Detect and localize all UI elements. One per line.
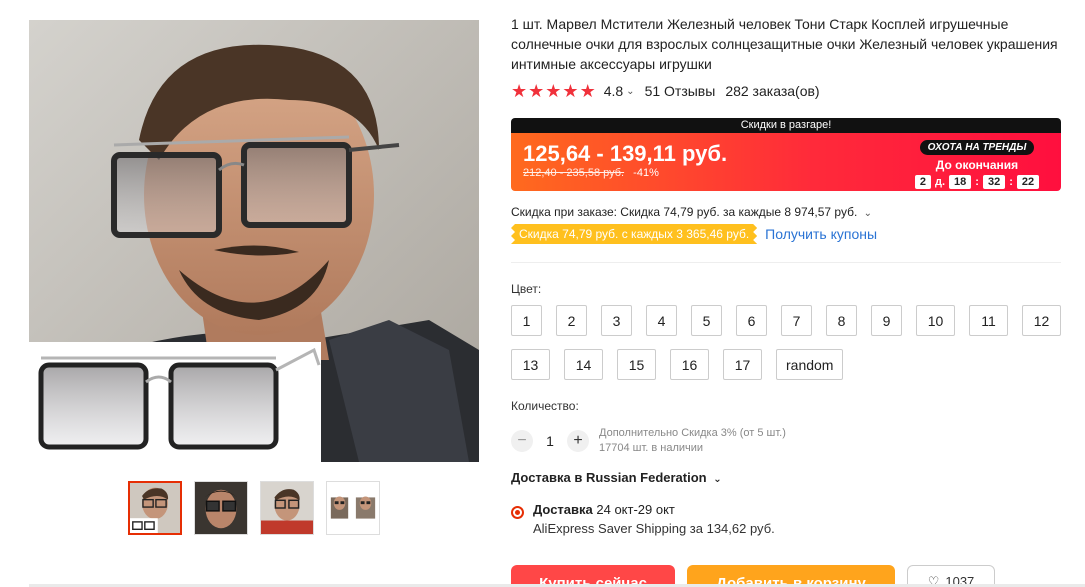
color-option[interactable]: 8: [826, 305, 857, 336]
color-option[interactable]: 5: [691, 305, 722, 336]
countdown-seconds: 22: [1016, 175, 1040, 189]
quantity-input[interactable]: 1: [533, 433, 567, 449]
thumbnail-2[interactable]: [194, 481, 248, 535]
color-option[interactable]: 4: [646, 305, 677, 336]
bulk-discount-text: Дополнительно Скидка 3% (от 5 шт.): [599, 427, 786, 439]
quantity-stepper: − 1 + Дополнительно Скидка 3% (от 5 шт.)…: [511, 426, 786, 456]
quantity-minus-button[interactable]: −: [511, 430, 533, 452]
color-options: 1 2 3 4 5 6 7 8 9 10 11 12 13 14 15 16 1…: [511, 305, 1071, 380]
coupon-tag[interactable]: Скидка 74,79 руб. с каждых 3 365,46 руб.: [511, 224, 757, 244]
order-discount-text: Скидка при заказе: Скидка 74,79 руб. за …: [511, 205, 858, 219]
star-rating: ★ ★ ★ ★ ★: [511, 82, 596, 100]
color-option[interactable]: 15: [617, 349, 656, 380]
delivery-line: Доставка 24 окт-29 окт: [533, 502, 775, 517]
star-icon: ★: [545, 81, 562, 101]
star-icon: ★: [511, 81, 528, 101]
price-body: 125,64 - 139,11 руб. 212,40 - 235,58 руб…: [511, 133, 1061, 191]
color-option[interactable]: 9: [871, 305, 902, 336]
old-price-row: 212,40 - 235,58 руб. -41%: [523, 167, 659, 179]
rating-value[interactable]: 4.8: [604, 83, 623, 99]
ship-to-selector[interactable]: Доставка в Russian Federation ⌄: [511, 470, 722, 485]
color-option[interactable]: 16: [670, 349, 709, 380]
color-label: Цвет:: [511, 282, 542, 296]
order-discount[interactable]: Скидка при заказе: Скидка 74,79 руб. за …: [511, 205, 872, 219]
chevron-down-icon: ⌄: [713, 474, 722, 485]
countdown-hours: 18: [949, 175, 972, 189]
countdown-days: 2: [914, 175, 931, 189]
delivery-option[interactable]: Доставка 24 окт-29 окт AliExpress Saver …: [511, 502, 775, 536]
coupon-row: Скидка 74,79 руб. с каждых 3 365,46 руб.…: [511, 224, 877, 244]
promo-badge: ОХОТА НА ТРЕНДЫ: [919, 140, 1035, 155]
color-option[interactable]: 17: [723, 349, 762, 380]
reviews-link[interactable]: 51 Отзывы: [645, 83, 716, 99]
ship-to-text: Доставка в Russian Federation: [511, 470, 707, 485]
radio-selected-icon[interactable]: [511, 506, 524, 519]
color-option[interactable]: 7: [781, 305, 812, 336]
star-icon: ★: [562, 81, 579, 101]
thumbnail-1[interactable]: [128, 481, 182, 535]
delivery-dates: 24 окт-29 окт: [596, 502, 675, 517]
quantity-label: Количество:: [511, 399, 579, 413]
current-price: 125,64 - 139,11 руб.: [523, 141, 728, 166]
product-title: 1 шт. Марвел Мстители Железный человек Т…: [511, 16, 1058, 72]
divider: [511, 262, 1061, 263]
countdown-timer: 2 д. 18 : 32 : 22: [914, 175, 1040, 189]
color-option[interactable]: 3: [601, 305, 632, 336]
countdown-separator: :: [1009, 176, 1013, 188]
star-icon: ★: [579, 81, 596, 101]
promo-label: До окончания: [935, 158, 1019, 172]
sale-banner: Скидки в разгаре!: [511, 118, 1061, 133]
thumbnail-3[interactable]: [260, 481, 314, 535]
product-photo: [29, 20, 479, 462]
color-option[interactable]: 1: [511, 305, 542, 336]
countdown-days-unit: д.: [935, 176, 946, 188]
chevron-down-icon: ⌄: [863, 208, 873, 219]
star-icon: ★: [528, 81, 545, 101]
color-option[interactable]: 12: [1022, 305, 1061, 336]
orders-count: 282 заказа(ов): [725, 83, 820, 99]
color-option[interactable]: 6: [736, 305, 767, 336]
delivery-details: Доставка 24 окт-29 окт AliExpress Saver …: [533, 502, 775, 536]
shipping-method: AliExpress Saver Shipping за 134,62 руб.: [533, 521, 775, 536]
color-option[interactable]: 2: [556, 305, 587, 336]
quantity-plus-button[interactable]: +: [567, 430, 589, 452]
color-option[interactable]: 13: [511, 349, 550, 380]
old-price: 212,40 - 235,58 руб.: [523, 167, 625, 179]
color-option[interactable]: 14: [564, 349, 603, 380]
price-box: Скидки в разгаре! 125,64 - 139,11 руб. 2…: [511, 118, 1061, 191]
discount-percent: -41%: [633, 167, 659, 179]
promo-panel: ОХОТА НА ТРЕНДЫ До окончания 2 д. 18 : 3…: [914, 137, 1040, 189]
get-coupons-link[interactable]: Получить купоны: [765, 226, 877, 242]
quantity-info: Дополнительно Скидка 3% (от 5 шт.) 17704…: [599, 426, 786, 456]
product-main-image[interactable]: [29, 20, 479, 462]
countdown-minutes: 32: [982, 175, 1006, 189]
countdown-separator: :: [975, 176, 979, 188]
chevron-down-icon[interactable]: ⌄: [626, 86, 634, 97]
delivery-label: Доставка: [533, 502, 593, 517]
product-info: 1 шт. Марвел Мстители Железный человек Т…: [511, 14, 1061, 100]
rating-row: ★ ★ ★ ★ ★ 4.8 ⌄ 51 Отзывы 282 заказа(ов): [511, 82, 1061, 100]
stock-text: 17704 шт. в наличии: [599, 442, 704, 454]
color-option[interactable]: 10: [916, 305, 955, 336]
color-option[interactable]: 11: [969, 305, 1008, 336]
thumbnail-4[interactable]: [326, 481, 380, 535]
color-option[interactable]: random: [776, 349, 844, 380]
thumbnail-strip: [128, 481, 380, 535]
